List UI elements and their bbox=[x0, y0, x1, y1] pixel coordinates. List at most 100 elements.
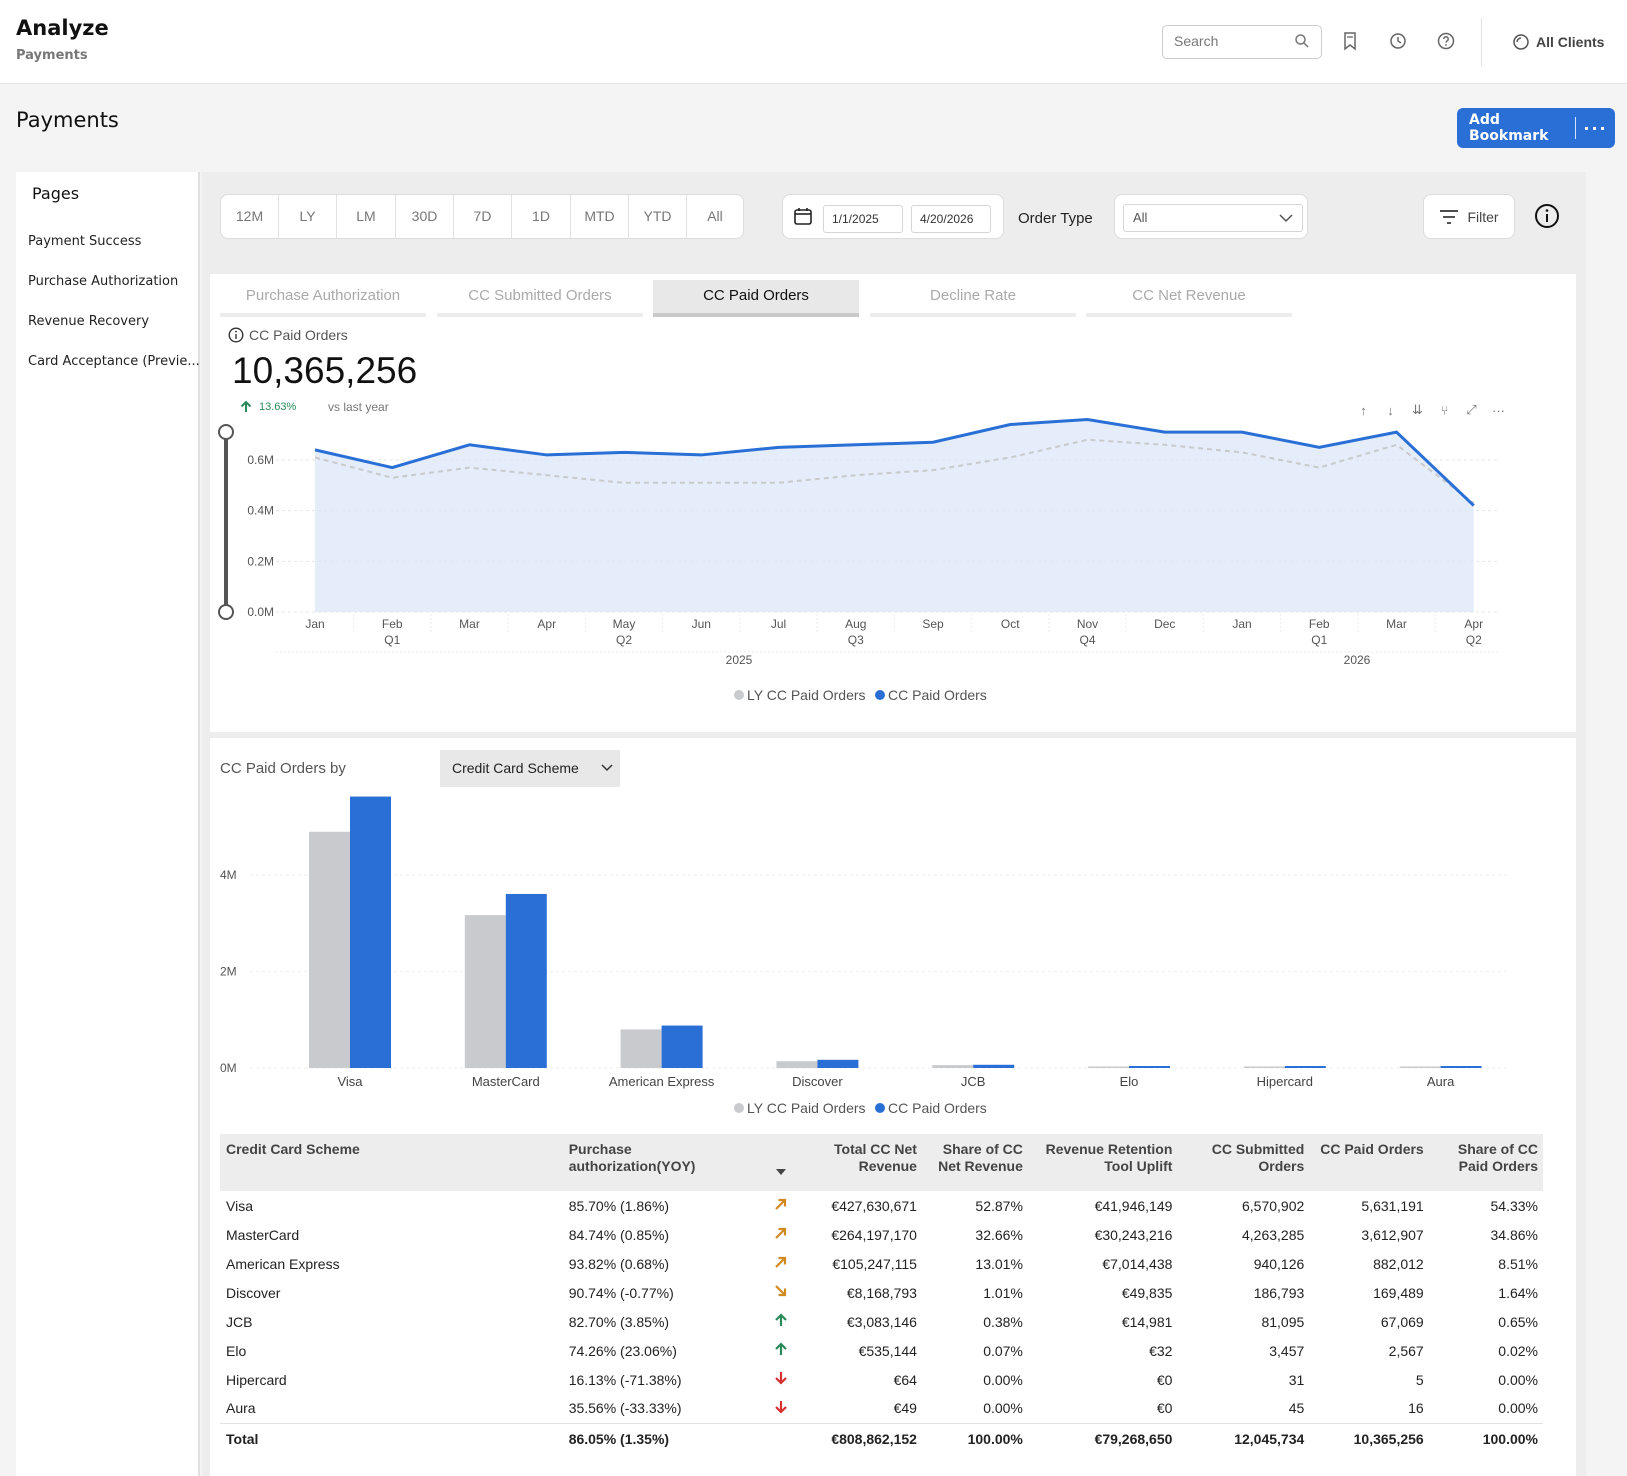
table-row[interactable]: Visa 85.70% (1.86%) €427,630,671 52.87% €41,… bbox=[220, 1191, 1543, 1220]
x-tick-label: May bbox=[613, 617, 636, 631]
trend-up-icon bbox=[774, 1198, 786, 1210]
col-purchase-authorization[interactable]: Purchase authorization(YOY) bbox=[562, 1134, 760, 1191]
cell-pa: 82.70% (3.85%) bbox=[568, 1313, 670, 1330]
zoom-slider-top-handle[interactable] bbox=[218, 424, 234, 440]
cell-net: €3,083,146 bbox=[846, 1313, 917, 1330]
bar-current-visa[interactable] bbox=[350, 796, 391, 1068]
period-ytd[interactable]: YTD bbox=[629, 195, 687, 238]
arrow-down-icon bbox=[774, 1372, 787, 1385]
period-30d[interactable]: 30D bbox=[396, 195, 454, 238]
col-cc-submitted-orders[interactable]: CC Submitted Orders bbox=[1177, 1134, 1310, 1191]
order-type-select[interactable]: All bbox=[1123, 204, 1303, 232]
start-date-field[interactable]: 1/1/2025 bbox=[823, 205, 903, 233]
history-icon[interactable] bbox=[1388, 31, 1408, 51]
col-sort-indicator[interactable] bbox=[759, 1134, 802, 1191]
table-total-row[interactable]: Total 86.05% (1.35%) €808,862,152 100.00% €7… bbox=[220, 1422, 1543, 1454]
bar-ly-elo[interactable] bbox=[1088, 1066, 1129, 1069]
header-divider bbox=[1481, 18, 1482, 66]
period-7d[interactable]: 7D bbox=[454, 195, 512, 238]
table-row[interactable]: MasterCard 84.74% (0.85%) €264,197,170 32.6… bbox=[220, 1220, 1543, 1249]
period-1d[interactable]: 1D bbox=[512, 195, 571, 238]
sidebar-item-revenue-recovery[interactable]: Revenue Recovery bbox=[28, 314, 149, 329]
bar-current-american-express[interactable] bbox=[661, 1025, 703, 1068]
x-tick-label: Apr bbox=[1464, 617, 1483, 631]
filter-button[interactable]: Filter bbox=[1423, 194, 1515, 239]
bar-current-jcb[interactable] bbox=[973, 1064, 1015, 1068]
sidebar-item-card-acceptance[interactable]: Card Acceptance (Previe... bbox=[28, 354, 200, 369]
bar-current-discover[interactable] bbox=[817, 1059, 859, 1068]
col-share-of-cc-paid-orders[interactable]: Share of CC Paid Orders bbox=[1428, 1134, 1543, 1191]
x-quarter-label: Q1 bbox=[1311, 633, 1327, 647]
help-icon[interactable] bbox=[1436, 31, 1456, 51]
table-row[interactable]: Elo 74.26% (23.06%) €535,144 0.07% €32 3,457 2… bbox=[220, 1336, 1543, 1365]
legend-current-label: CC Paid Orders bbox=[888, 1100, 987, 1116]
period-mtd[interactable]: MTD bbox=[571, 195, 629, 238]
bar-ly-aura[interactable] bbox=[1399, 1066, 1441, 1069]
bookmark-icon[interactable] bbox=[1342, 31, 1358, 51]
add-bookmark-button[interactable]: Add Bookmark ··· bbox=[1457, 108, 1615, 148]
bar-current-mastercard[interactable] bbox=[505, 893, 547, 1068]
info-icon[interactable] bbox=[1534, 203, 1560, 229]
cell-scheme: American Express bbox=[226, 1255, 340, 1272]
table-row[interactable]: Hipercard 16.13% (-71.38%) €64 0.00% €0 31 5 0.… bbox=[220, 1365, 1543, 1394]
x-tick-label: Feb bbox=[382, 617, 403, 631]
period-ly[interactable]: LY bbox=[279, 195, 337, 238]
cell-scheme: Total bbox=[220, 1422, 563, 1454]
cell-submitted: 81,095 bbox=[1261, 1313, 1305, 1330]
more-options-button[interactable]: ··· bbox=[1576, 119, 1615, 138]
bar-ly-hipercard[interactable] bbox=[1243, 1066, 1285, 1069]
col-share-of-cc-net-revenue[interactable]: Share of CC Net Revenue bbox=[921, 1134, 1028, 1191]
table-row[interactable]: Discover 90.74% (-0.77%) €8,168,793 1.01% €4… bbox=[220, 1278, 1543, 1307]
period-all[interactable]: All bbox=[687, 195, 743, 238]
cc-paid-orders-line-chart: 0.0M 0.2M 0.4M 0.6M Jan Feb Q1 Mar Apr May Q2 Jun Ju… bbox=[218, 417, 1500, 703]
bar-current-elo[interactable] bbox=[1129, 1066, 1170, 1068]
app-breadcrumb[interactable]: Payments bbox=[16, 48, 88, 63]
cell-share-paid: 0.65% bbox=[1498, 1313, 1538, 1330]
period-12m[interactable]: 12M bbox=[221, 195, 279, 238]
order-type-value: All bbox=[1133, 210, 1148, 225]
zoom-slider-bottom-handle[interactable] bbox=[218, 604, 234, 620]
trend-cell bbox=[759, 1422, 802, 1454]
bar-current-hipercard[interactable] bbox=[1284, 1066, 1326, 1068]
x-tick-label: Jan bbox=[305, 617, 324, 631]
x-tick-label: Aug bbox=[845, 617, 866, 631]
sidebar-item-payment-success[interactable]: Payment Success bbox=[28, 234, 141, 249]
col-revenue-retention-tool-uplift[interactable]: Revenue Retention Tool Uplift bbox=[1027, 1134, 1178, 1191]
calendar-icon[interactable] bbox=[793, 206, 813, 226]
trend-cell bbox=[760, 1220, 802, 1249]
col-credit-card-scheme[interactable]: Credit Card Scheme bbox=[220, 1134, 563, 1191]
cell-paid: 16 bbox=[1408, 1400, 1424, 1417]
table-row[interactable]: JCB 82.70% (3.85%) €3,083,146 0.38% €14,981 8… bbox=[220, 1307, 1543, 1336]
y-tick-label: 0.2M bbox=[247, 554, 274, 568]
x-quarter-label: Q4 bbox=[1079, 633, 1095, 647]
table-row[interactable]: American Express 93.82% (0.68%) €105,247,1… bbox=[220, 1249, 1543, 1278]
cell-uplift: €32 bbox=[1149, 1342, 1173, 1359]
bar-ly-visa[interactable] bbox=[309, 831, 350, 1068]
sidebar-heading: Pages bbox=[32, 184, 80, 203]
col-cc-paid-orders[interactable]: CC Paid Orders bbox=[1309, 1134, 1429, 1191]
bar-ly-american-express[interactable] bbox=[620, 1029, 662, 1068]
bar-current-aura[interactable] bbox=[1440, 1066, 1482, 1068]
period-lm[interactable]: LM bbox=[337, 195, 396, 238]
all-clients-button[interactable]: All Clients bbox=[1512, 32, 1604, 52]
bar-ly-jcb[interactable] bbox=[932, 1065, 974, 1068]
cell-submitted: 31 bbox=[1288, 1371, 1305, 1388]
search-icon[interactable] bbox=[1294, 33, 1310, 49]
table-row[interactable]: Aura 35.56% (-33.33%) €49 0.00% €0 45 16 0.00% bbox=[220, 1394, 1543, 1423]
col-total-cc-net-revenue[interactable]: Total CC Net Revenue bbox=[801, 1134, 922, 1191]
x-category-label: JCB bbox=[961, 1074, 986, 1089]
sidebar-item-purchase-authorization[interactable]: Purchase Authorization bbox=[28, 274, 178, 289]
legend-current-marker bbox=[875, 1103, 885, 1113]
cell-scheme: Visa bbox=[226, 1197, 253, 1214]
x-category-label: MasterCard bbox=[472, 1074, 540, 1089]
end-date-field[interactable]: 4/20/2026 bbox=[911, 205, 991, 233]
x-year-label: 2025 bbox=[726, 653, 753, 667]
trend-card: Purchase Authorization CC Submitted Orde… bbox=[210, 274, 1576, 732]
cell-pa: 35.56% (-33.33%) bbox=[568, 1400, 682, 1417]
trend-cell bbox=[760, 1249, 802, 1278]
cell-uplift: €0 bbox=[1156, 1371, 1173, 1388]
bar-ly-mastercard[interactable] bbox=[464, 915, 506, 1068]
all-clients-label: All Clients bbox=[1536, 34, 1605, 50]
bar-ly-discover[interactable] bbox=[776, 1061, 818, 1068]
date-range-picker: 1/1/2025 4/20/2026 bbox=[782, 194, 1004, 239]
